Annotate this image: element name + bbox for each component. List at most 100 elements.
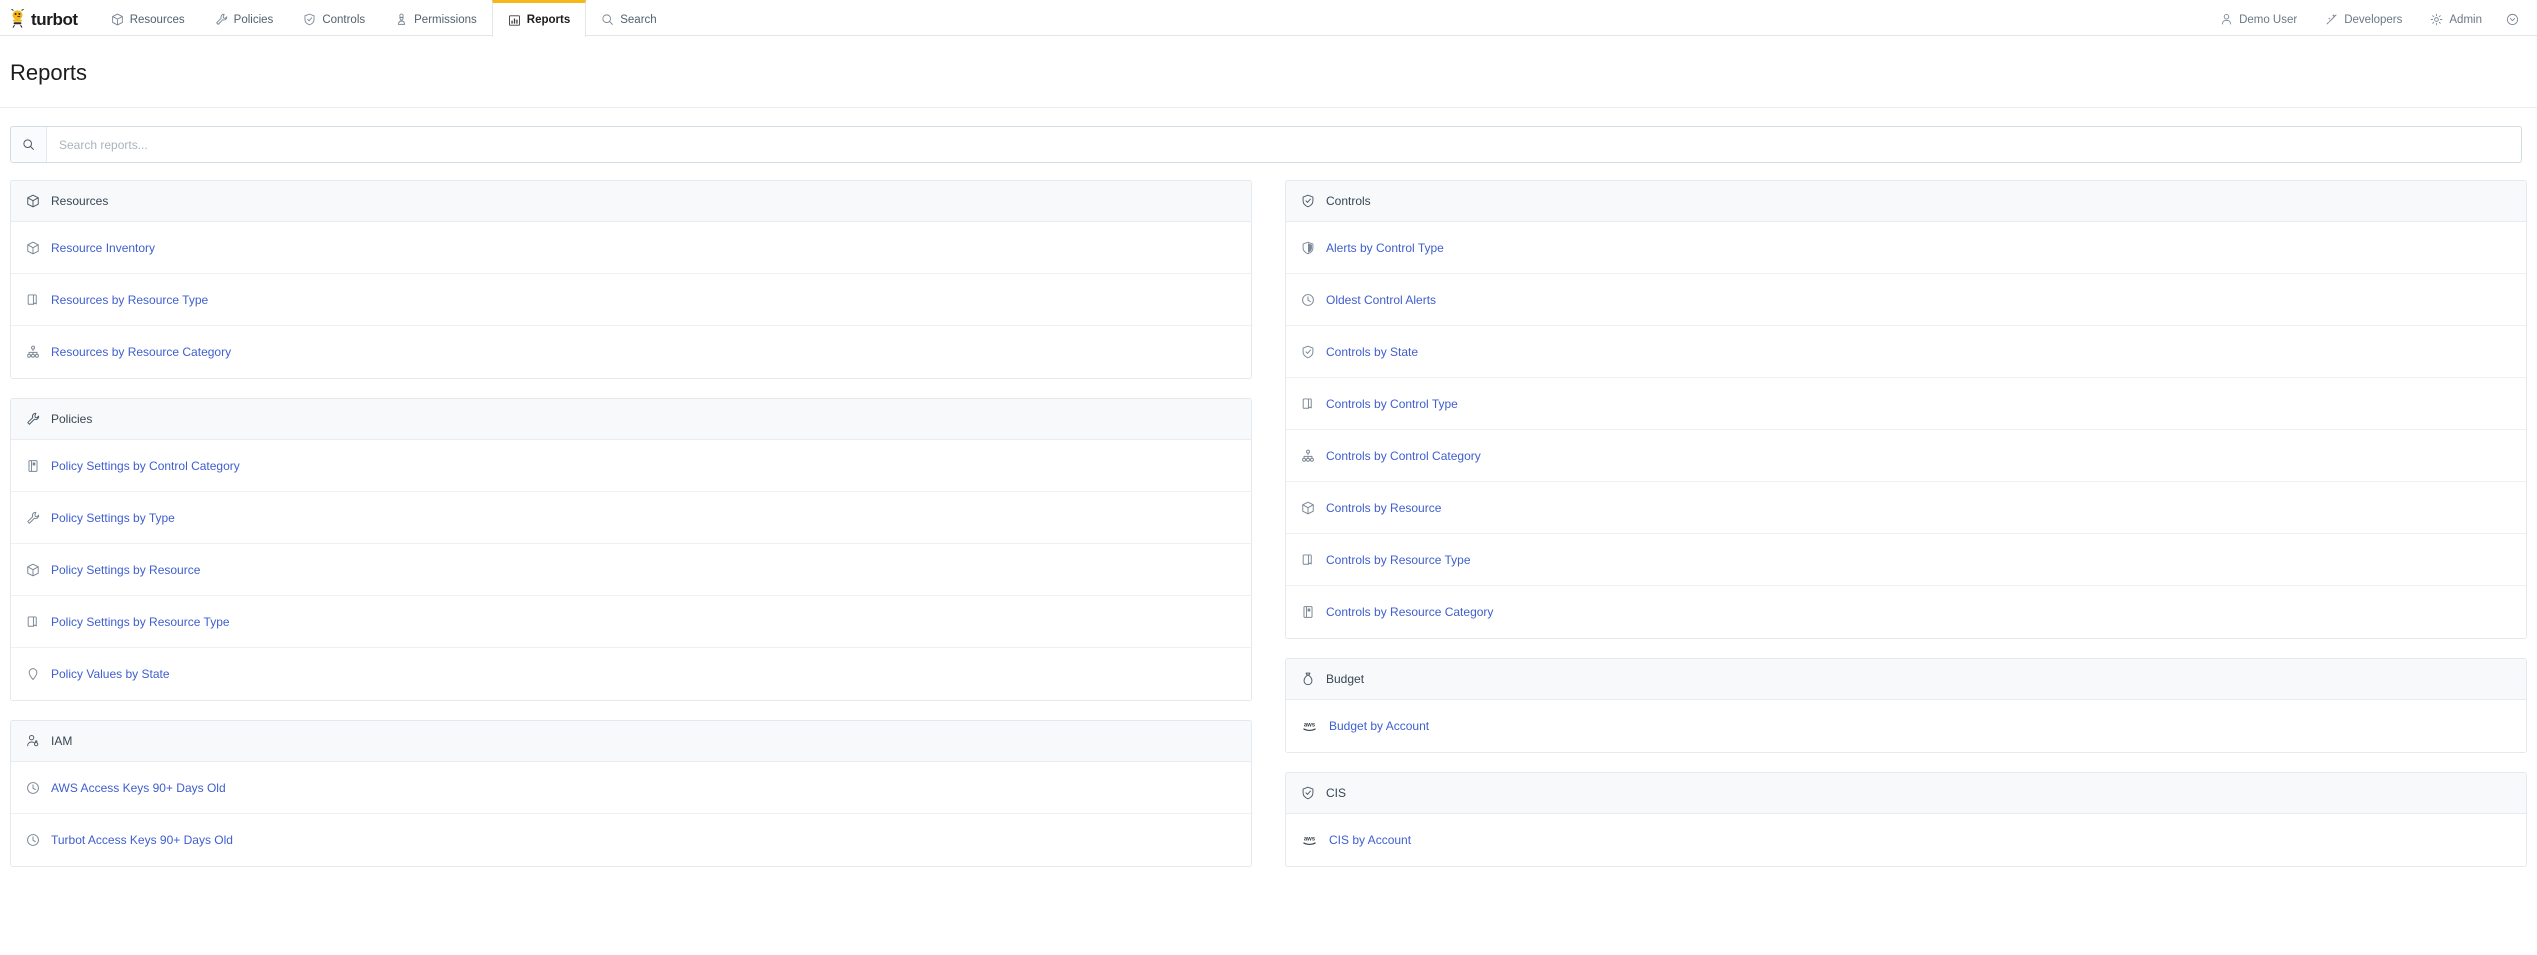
report-link-row[interactable]: Controls by Control Category: [1286, 430, 2526, 482]
svg-text:aws: aws: [1304, 723, 1316, 729]
pin-icon: [26, 667, 40, 681]
right-column: Controls Alerts by Control Type Oldest Con…: [1285, 180, 2527, 886]
report-link-label[interactable]: Controls by Resource Category: [1326, 605, 1493, 619]
nav-item-label: Permissions: [414, 14, 477, 26]
report-link-row[interactable]: Policy Settings by Resource Type: [11, 596, 1251, 648]
report-link-label[interactable]: Policy Values by State: [51, 667, 170, 681]
pawn-icon: [395, 13, 408, 26]
nav-item-label: Demo User: [2239, 14, 2297, 26]
report-link-row[interactable]: Policy Settings by Resource: [11, 544, 1251, 596]
report-link-label[interactable]: Resources by Resource Category: [51, 345, 231, 359]
secondary-nav: Demo User Developers Admin: [2206, 0, 2537, 35]
clock-icon: [1301, 293, 1315, 307]
report-link-label[interactable]: Controls by Control Category: [1326, 449, 1481, 463]
report-link-row[interactable]: Turbot Access Keys 90+ Days Old: [11, 814, 1251, 866]
report-link-label[interactable]: Resources by Resource Type: [51, 293, 208, 307]
wrench-icon: [215, 13, 228, 26]
report-card: IAM AWS Access Keys 90+ Days Old Turbot Ac…: [10, 720, 1252, 867]
report-card: CISawsCIS by Account: [1285, 772, 2527, 867]
report-link-label[interactable]: Budget by Account: [1329, 719, 1429, 733]
nav-item-permissions[interactable]: Permissions: [380, 0, 492, 36]
report-link-row[interactable]: aws Budget by Account: [1286, 700, 2526, 752]
report-card-header: Resources: [11, 181, 1251, 222]
report-link-row[interactable]: Controls by Control Type: [1286, 378, 2526, 430]
book-icon: [1301, 553, 1315, 567]
report-card: Budget aws Budget by Account: [1285, 658, 2527, 753]
report-link-row[interactable]: Alerts by Control Type: [1286, 222, 2526, 274]
aws-icon: aws: [1301, 833, 1318, 847]
magic-wand-icon: [2325, 13, 2338, 26]
report-card: Controls Alerts by Control Type Oldest Con…: [1285, 180, 2527, 639]
nav-item-label: Search: [620, 14, 656, 26]
search-reports-bar[interactable]: [10, 126, 2522, 163]
cube-icon: [26, 194, 40, 208]
nav-item-reports[interactable]: Reports: [492, 0, 586, 37]
title-divider: [0, 107, 2537, 108]
book-icon: [1301, 397, 1315, 411]
clock-icon: [26, 781, 40, 795]
nav-item-label: Policies: [234, 14, 274, 26]
cube-icon: [26, 563, 40, 577]
nav-item-admin[interactable]: Admin: [2416, 0, 2496, 36]
report-card-title: Policies: [51, 412, 92, 426]
report-link-label[interactable]: Policy Settings by Control Category: [51, 459, 240, 473]
report-link-row[interactable]: Resource Inventory: [11, 222, 1251, 274]
report-link-row[interactable]: Policy Settings by Control Category: [11, 440, 1251, 492]
report-link-row[interactable]: Resources by Resource Category: [11, 326, 1251, 378]
brand-name: turbot: [31, 11, 78, 28]
search-icon: [22, 138, 35, 151]
report-link-label[interactable]: Controls by Resource Type: [1326, 553, 1471, 567]
report-link-row[interactable]: aws CIS by Account: [1286, 814, 2526, 866]
report-link-row[interactable]: Policy Settings by Type: [11, 492, 1251, 544]
user-icon: [2220, 13, 2233, 26]
report-link-row[interactable]: Controls by Resource: [1286, 482, 2526, 534]
report-link-label[interactable]: Policy Settings by Resource: [51, 563, 200, 577]
reports-columns: Resources Resource Inventory Resources by …: [0, 163, 2537, 886]
report-link-row[interactable]: Controls by Resource Type: [1286, 534, 2526, 586]
report-link-label[interactable]: Controls by Control Type: [1326, 397, 1458, 411]
report-link-label[interactable]: CIS by Account: [1329, 833, 1411, 847]
report-link-row[interactable]: Controls by Resource Category: [1286, 586, 2526, 638]
nav-menu-toggle[interactable]: [2496, 0, 2529, 36]
nav-item-controls[interactable]: Controls: [288, 0, 380, 36]
left-column: Resources Resource Inventory Resources by …: [10, 180, 1252, 886]
report-link-label[interactable]: Controls by State: [1326, 345, 1418, 359]
nav-item-developers[interactable]: Developers: [2311, 0, 2416, 36]
shield-check-icon: [1301, 345, 1315, 359]
report-link-row[interactable]: Resources by Resource Type: [11, 274, 1251, 326]
report-link-label[interactable]: Resource Inventory: [51, 241, 155, 255]
nav-item-resources[interactable]: Resources: [96, 0, 200, 36]
report-link-row[interactable]: Policy Values by State: [11, 648, 1251, 700]
report-link-row[interactable]: Controls by State: [1286, 326, 2526, 378]
report-link-label[interactable]: Policy Settings by Type: [51, 511, 175, 525]
gear-icon: [2430, 13, 2443, 26]
report-link-label[interactable]: AWS Access Keys 90+ Days Old: [51, 781, 226, 795]
report-link-row[interactable]: Oldest Control Alerts: [1286, 274, 2526, 326]
report-link-label[interactable]: Turbot Access Keys 90+ Days Old: [51, 833, 233, 847]
report-card-title: IAM: [51, 734, 72, 748]
search-input[interactable]: [47, 127, 2521, 162]
shield-check-icon: [303, 13, 316, 26]
page-title: Reports: [0, 36, 2537, 86]
report-link-label[interactable]: Controls by Resource: [1326, 501, 1441, 515]
nav-item-demo-user[interactable]: Demo User: [2206, 0, 2311, 36]
report-card-title: Budget: [1326, 672, 1364, 686]
nav-item-label: Resources: [130, 14, 185, 26]
bee-icon: [9, 9, 26, 28]
report-card-title: Controls: [1326, 194, 1371, 208]
brand-logo[interactable]: turbot: [0, 0, 78, 36]
report-link-row[interactable]: AWS Access Keys 90+ Days Old: [11, 762, 1251, 814]
report-link-label[interactable]: Alerts by Control Type: [1326, 241, 1444, 255]
nav-item-search[interactable]: Search: [586, 0, 671, 36]
category-icon: [26, 459, 40, 473]
svg-text:aws: aws: [1304, 837, 1316, 843]
report-link-label[interactable]: Oldest Control Alerts: [1326, 293, 1436, 307]
report-card: Resources Resource Inventory Resources by …: [10, 180, 1252, 379]
shield-check-icon: [1301, 194, 1315, 208]
report-link-label[interactable]: Policy Settings by Resource Type: [51, 615, 230, 629]
nav-item-policies[interactable]: Policies: [200, 0, 289, 36]
search-icon-container: [11, 127, 47, 162]
bar-chart-icon: [508, 14, 521, 27]
report-card-header: IAM: [11, 721, 1251, 762]
nav-item-label: Controls: [322, 14, 365, 26]
